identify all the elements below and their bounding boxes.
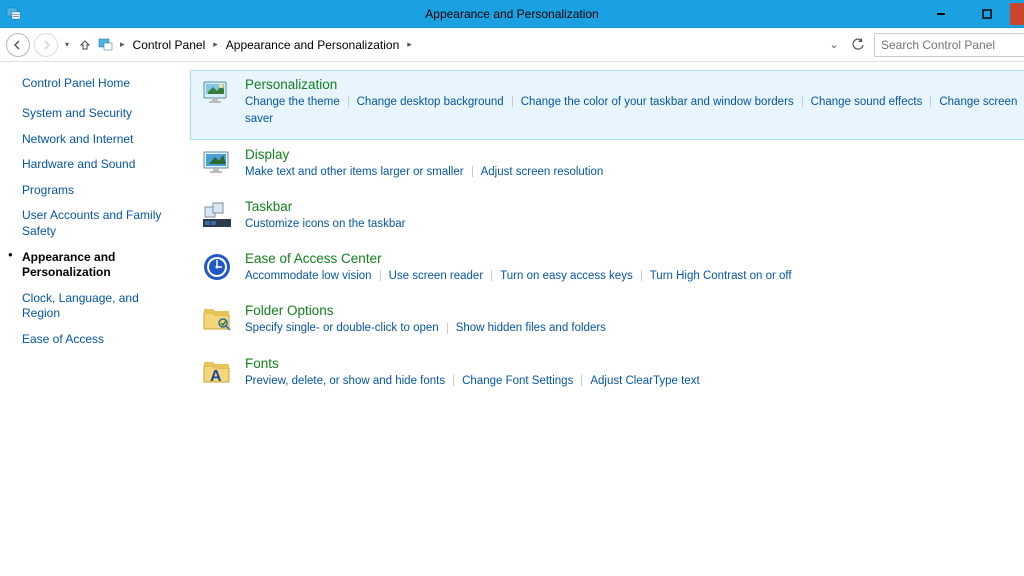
- category-link[interactable]: Change desktop background: [357, 96, 504, 108]
- sidebar-item[interactable]: Network and Internet: [22, 132, 180, 148]
- window-titlebar: Appearance and Personalization: [0, 0, 1024, 28]
- sidebar-item[interactable]: System and Security: [22, 106, 180, 122]
- link-divider: [581, 375, 582, 386]
- sidebar-item[interactable]: Programs: [22, 183, 180, 199]
- ease-icon[interactable]: [201, 251, 233, 283]
- sidebar-item[interactable]: User Accounts and Family Safety: [22, 208, 180, 239]
- sidebar-item[interactable]: Ease of Access: [22, 332, 180, 348]
- display-icon[interactable]: [201, 147, 233, 179]
- category-title[interactable]: Folder Options: [245, 303, 1024, 318]
- chevron-right-icon[interactable]: ▸: [211, 39, 220, 50]
- link-divider: [512, 96, 513, 107]
- category-links: Change the theme Change desktop backgroun…: [245, 94, 1024, 129]
- control-panel-breadcrumb-icon: [98, 37, 114, 53]
- link-divider: [491, 270, 492, 281]
- sidebar: Control Panel Home System and Security Ne…: [0, 62, 190, 576]
- link-divider: [802, 96, 803, 107]
- category-row: A Fonts Preview, delete, or show and hide …: [190, 349, 1024, 401]
- category-row: Taskbar Customize icons on the taskbar: [190, 192, 1024, 244]
- maximize-button[interactable]: [964, 3, 1010, 25]
- link-divider: [930, 96, 931, 107]
- category-links: Customize icons on the taskbar: [245, 216, 1024, 233]
- category-row: Folder Options Specify single- or double-…: [190, 296, 1024, 348]
- folder-icon[interactable]: [201, 303, 233, 335]
- link-divider: [447, 323, 448, 334]
- breadcrumb: ▸ Control Panel ▸ Appearance and Persona…: [118, 36, 822, 54]
- category-links: Make text and other items larger or smal…: [245, 164, 1024, 181]
- address-toolbar: ▾ ▸ Control Panel ▸ Appearance and Perso…: [0, 28, 1024, 62]
- breadcrumb-item[interactable]: Appearance and Personalization: [222, 36, 403, 54]
- window-title: Appearance and Personalization: [425, 7, 598, 21]
- close-button[interactable]: [1010, 3, 1024, 25]
- sidebar-home[interactable]: Control Panel Home: [22, 76, 180, 90]
- category-link[interactable]: Change the color of your taskbar and win…: [521, 96, 794, 108]
- category-link[interactable]: Make text and other items larger or smal…: [245, 166, 464, 178]
- refresh-button[interactable]: [850, 37, 866, 53]
- category-row: Display Make text and other items larger …: [190, 140, 1024, 192]
- category-link[interactable]: Adjust screen resolution: [481, 166, 604, 178]
- category-links: Accommodate low vision Use screen reader T…: [245, 268, 1024, 285]
- address-dropdown-icon[interactable]: ⌄: [826, 37, 842, 53]
- sidebar-item[interactable]: Clock, Language, and Region: [22, 291, 180, 322]
- link-divider: [348, 96, 349, 107]
- category-title[interactable]: Display: [245, 147, 1024, 162]
- category-row: Ease of Access Center Accommodate low vis…: [190, 244, 1024, 296]
- category-links: Preview, delete, or show and hide fonts C…: [245, 373, 1024, 390]
- up-button[interactable]: [76, 36, 94, 54]
- taskbar-icon[interactable]: [201, 199, 233, 231]
- minimize-button[interactable]: [918, 3, 964, 25]
- content-area: Personalization Change the theme Change de…: [190, 62, 1024, 576]
- svg-text:A: A: [210, 368, 222, 385]
- personalization-icon[interactable]: [201, 77, 233, 109]
- category-link[interactable]: Change Font Settings: [462, 375, 573, 387]
- link-divider: [453, 375, 454, 386]
- link-divider: [472, 166, 473, 177]
- link-divider: [380, 270, 381, 281]
- category-link[interactable]: Change the theme: [245, 96, 340, 108]
- back-button[interactable]: [6, 33, 30, 57]
- category-title[interactable]: Fonts: [245, 356, 1024, 371]
- fonts-icon[interactable]: A: [201, 356, 233, 388]
- category-link[interactable]: Accommodate low vision: [245, 270, 372, 282]
- category-title[interactable]: Ease of Access Center: [245, 251, 1024, 266]
- category-link[interactable]: Turn High Contrast on or off: [650, 270, 792, 282]
- category-title[interactable]: Personalization: [245, 77, 1024, 92]
- control-panel-icon: [6, 6, 22, 22]
- search-input[interactable]: [881, 38, 1024, 52]
- forward-button[interactable]: [34, 33, 58, 57]
- sidebar-item[interactable]: Appearance and Personalization: [22, 250, 180, 281]
- category-link[interactable]: Use screen reader: [389, 270, 484, 282]
- chevron-right-icon[interactable]: ▸: [118, 39, 127, 50]
- search-box[interactable]: [874, 33, 1024, 57]
- category-link[interactable]: Turn on easy access keys: [500, 270, 633, 282]
- category-link[interactable]: Show hidden files and folders: [456, 322, 606, 334]
- category-link[interactable]: Customize icons on the taskbar: [245, 218, 405, 230]
- category-link[interactable]: Change sound effects: [811, 96, 923, 108]
- category-row: Personalization Change the theme Change de…: [190, 70, 1024, 140]
- category-link[interactable]: Adjust ClearType text: [590, 375, 699, 387]
- chevron-right-icon[interactable]: ▸: [405, 39, 414, 50]
- category-link[interactable]: Specify single- or double-click to open: [245, 322, 439, 334]
- breadcrumb-item[interactable]: Control Panel: [129, 36, 210, 54]
- sidebar-item[interactable]: Hardware and Sound: [22, 157, 180, 173]
- category-links: Specify single- or double-click to open S…: [245, 320, 1024, 337]
- history-dropdown-icon[interactable]: ▾: [62, 40, 72, 49]
- link-divider: [641, 270, 642, 281]
- window-controls: [918, 3, 1024, 25]
- category-link[interactable]: Preview, delete, or show and hide fonts: [245, 375, 445, 387]
- category-title[interactable]: Taskbar: [245, 199, 1024, 214]
